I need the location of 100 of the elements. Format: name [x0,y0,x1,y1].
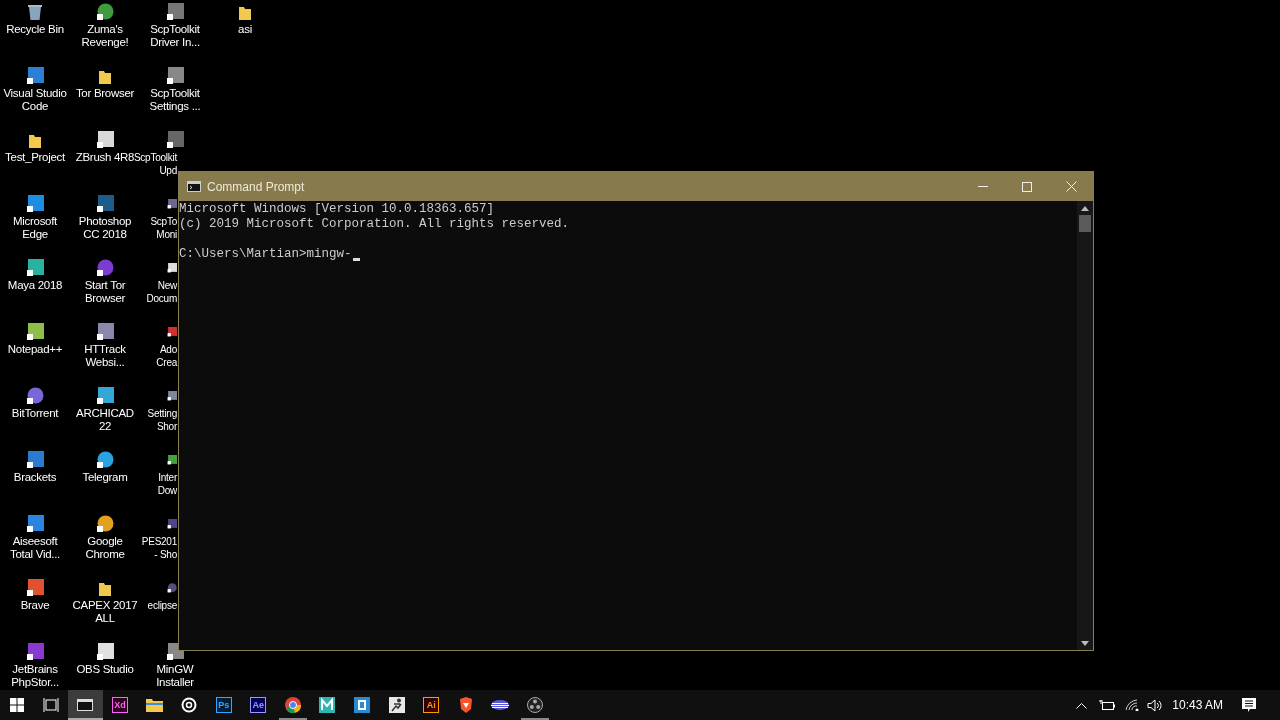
app-shortcut-icon [26,451,44,469]
folder-icon [98,581,112,597]
lines-icon [491,700,510,710]
task-view-icon [43,698,59,712]
desktop-icon-label[interactable]: Notepad++ [7,343,63,356]
app-shortcut-icon [166,67,184,85]
scroll-up-icon[interactable] [1081,206,1089,211]
desktop-icon-label[interactable]: Start Tor Browser [71,279,139,305]
desktop-icon-label[interactable]: Tor Browser [75,87,135,100]
desktop-icon-label[interactable]: CAPEX 2017 ALL [71,599,139,625]
desktop-icon-label[interactable]: ScpToolkit Upd [133,151,177,177]
desktop-icon-label[interactable]: ARCHICAD 22 [71,407,139,433]
app-shortcut-icon [96,3,114,21]
wifi-icon[interactable] [1125,699,1140,711]
window-title: Command Prompt [207,178,305,196]
desktop-icon-label[interactable]: New Docum [146,279,177,305]
desktop-icon-label[interactable]: ZBrush 4R8 [75,151,135,164]
app-shortcut-icon [96,387,114,405]
figure-icon [388,697,405,713]
scroll-down-icon[interactable] [1081,641,1089,646]
desktop-icon-label[interactable]: Google Chrome [71,535,139,561]
app-shortcut-icon [96,323,114,341]
taskbar-app-button[interactable]: Ps [206,690,241,720]
console-icon [187,181,201,192]
taskbar-app-button[interactable]: Ae [240,690,276,720]
taskbar-app-button[interactable]: Ai [413,690,449,720]
clock-time[interactable]: 10:43 AM [1172,696,1223,714]
app-shortcut-icon [26,323,44,341]
desktop-icon-label[interactable]: ScpToolkit Settings ... [141,87,209,113]
app-shortcut-icon [166,3,184,21]
app-shortcut-icon [26,515,44,533]
desktop-icon-label[interactable]: Setting Shor [147,407,177,433]
desktop-icon-label[interactable]: Ado Crea [156,343,177,369]
taskbar-app-button[interactable] [68,690,103,720]
app-logo-icon: Ps [215,697,232,713]
app-logo-icon: Ae [250,697,267,713]
battery-icon[interactable] [1099,699,1116,711]
app-icon [319,697,336,713]
app-shortcut-icon [96,131,114,149]
minimize-icon [978,186,988,187]
ring-icon [181,697,198,713]
folder-icon [238,5,252,21]
app-shortcut-icon [96,259,114,277]
desktop-icon-label[interactable]: Visual Studio Code [1,87,69,113]
desktop-icon-label[interactable]: PES201 - Sho [141,535,177,561]
taskbar-app-button[interactable]: Xd [102,690,138,720]
folder-icon [98,69,112,85]
desktop-icon-label[interactable]: OBS Studio [76,663,134,676]
app-shortcut-icon [26,579,44,597]
app-shortcut-icon [166,131,184,149]
desktop-icon-label[interactable]: Maya 2018 [7,279,63,292]
console-line: Microsoft Windows [Version 10.0.18363.657] [179,202,495,217]
lion-shield-icon [458,697,473,713]
desktop-icon-label[interactable]: eclipse [147,599,177,612]
obs-icon [527,697,543,713]
notification-icon[interactable] [1241,697,1257,713]
scrollbar[interactable] [1077,201,1093,650]
close-icon [1065,181,1077,192]
app-shortcut-icon [26,67,44,85]
desktop-icon-label[interactable]: Test_Project [5,151,65,164]
app-shortcut-icon [26,195,44,213]
desktop-icon-label[interactable]: Telegram [82,471,128,484]
desktop-icon-label[interactable]: Recycle Bin [6,23,64,36]
desktop-icon-label[interactable]: HTTrack Websi... [71,343,139,369]
desktop-icon-label[interactable]: Inter Dow [157,471,177,497]
chrome-icon [284,697,301,713]
desktop-icon-label[interactable]: Microsoft Edge [1,215,69,241]
desktop-icon-label[interactable]: Zuma's Revenge! [71,23,139,49]
desktop-icon-label[interactable]: asi [238,23,252,36]
app-icon [354,697,371,713]
desktop-icon-label[interactable]: ScpTo Moni [150,215,177,241]
folder-icon [146,698,163,712]
console-icon [77,699,94,711]
console-line: (c) 2019 Microsoft Corporation. All rights reserved. [179,217,570,232]
folder-icon [28,133,42,149]
text-cursor [352,258,360,261]
recycle-bin-icon [27,3,43,21]
windows-logo-icon [10,698,24,712]
console-line: C:\Users\Martian>mingw- [179,247,352,262]
app-shortcut-icon [96,195,114,213]
app-logo-icon: Xd [111,697,128,713]
app-shortcut-icon [96,451,114,469]
app-logo-icon: Ai [423,697,440,713]
desktop-icon-label[interactable]: Photoshop CC 2018 [71,215,139,241]
app-shortcut-icon [26,643,44,661]
desktop-icon-label[interactable]: ScpToolkit Driver In... [141,23,209,49]
app-shortcut-icon [96,643,114,661]
desktop-icon-label[interactable]: JetBrains PhpStor... [1,663,69,689]
app-shortcut-icon [26,259,44,277]
desktop-icon-label[interactable]: Aiseesoft Total Vid... [1,535,69,561]
desktop-icon-label[interactable]: MinGW Installer [141,663,209,689]
maximize-icon [1022,181,1032,192]
volume-icon[interactable] [1147,698,1163,712]
scrollbar-thumb[interactable] [1079,215,1091,232]
app-shortcut-icon [96,515,114,533]
app-shortcut-icon [26,387,44,405]
desktop-icon-label[interactable]: Brave [20,599,50,612]
desktop-icon-label[interactable]: Brackets [13,471,57,484]
desktop-icon-label[interactable]: BitTorrent [11,407,59,420]
chevron-up-icon[interactable] [1076,701,1088,709]
